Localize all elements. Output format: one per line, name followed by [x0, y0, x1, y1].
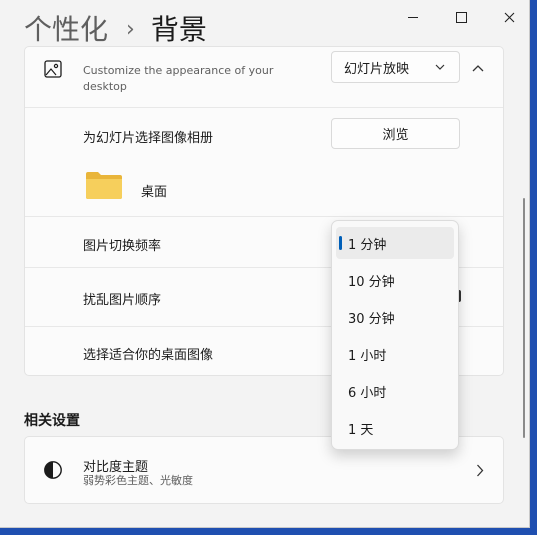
browse-button[interactable]: 浏览 [331, 118, 460, 149]
minimize-icon [408, 16, 418, 18]
close-button[interactable] [494, 6, 524, 28]
interval-option-label: 1 分钟 [348, 237, 387, 253]
selection-indicator [339, 236, 342, 250]
interval-option[interactable]: 6 小时 [336, 375, 454, 407]
interval-option[interactable]: 30 分钟 [336, 301, 454, 333]
shuffle-label: 扰乱图片顺序 [83, 293, 162, 308]
interval-option-label: 6 小时 [348, 385, 387, 401]
interval-option[interactable]: 1 小时 [336, 338, 454, 370]
chevron-up-icon [472, 65, 484, 72]
folder-icon [86, 172, 122, 199]
minimize-button[interactable] [398, 6, 428, 28]
chevron-right-icon [477, 464, 484, 477]
settings-window: 个性化 › 背景 Customize the appearance of you… [0, 0, 530, 528]
background-description: Customize the appearance of your desktop [83, 64, 274, 93]
interval-option-label: 30 分钟 [348, 311, 395, 327]
background-mode-row: Customize the appearance of your desktop… [25, 47, 503, 107]
page-title: 背景 [150, 13, 207, 46]
breadcrumb: 个性化 › 背景 [24, 10, 207, 50]
breadcrumb-personalization[interactable]: 个性化 [24, 10, 108, 50]
collapse-button[interactable] [463, 55, 493, 81]
maximize-icon [455, 11, 467, 23]
contrast-icon [44, 461, 62, 479]
breadcrumb-chevron-icon: › [126, 17, 135, 42]
contrast-theme-description: 弱势彩色主题、光敏度 [83, 474, 193, 487]
album-label: 为幻灯片选择图像相册 [83, 131, 214, 146]
related-settings-title: 相关设置 [24, 413, 80, 429]
interval-dropdown: 1 分钟 10 分钟 30 分钟 1 小时 6 小时 1 天 [331, 220, 459, 450]
scrollbar[interactable] [523, 198, 525, 438]
maximize-button[interactable] [446, 6, 476, 28]
fit-label: 选择适合你的桌面图像 [83, 348, 214, 363]
chevron-down-icon [435, 64, 445, 70]
interval-option-label: 1 小时 [348, 348, 387, 364]
interval-option[interactable]: 1 分钟 [336, 227, 454, 259]
interval-option-label: 10 分钟 [348, 274, 395, 290]
folder-name[interactable]: 桌面 [141, 181, 167, 200]
close-icon [504, 12, 514, 22]
background-mode-value: 幻灯片放映 [344, 61, 410, 77]
interval-option-label: 1 天 [348, 422, 374, 438]
background-mode-select[interactable]: 幻灯片放映 [331, 51, 460, 83]
album-row: 为幻灯片选择图像相册 浏览 桌面 [25, 107, 503, 216]
image-icon [44, 60, 62, 78]
interval-label: 图片切换频率 [83, 239, 162, 254]
interval-option[interactable]: 10 分钟 [336, 264, 454, 296]
browse-button-label: 浏览 [382, 128, 409, 143]
interval-option[interactable]: 1 天 [336, 412, 454, 444]
